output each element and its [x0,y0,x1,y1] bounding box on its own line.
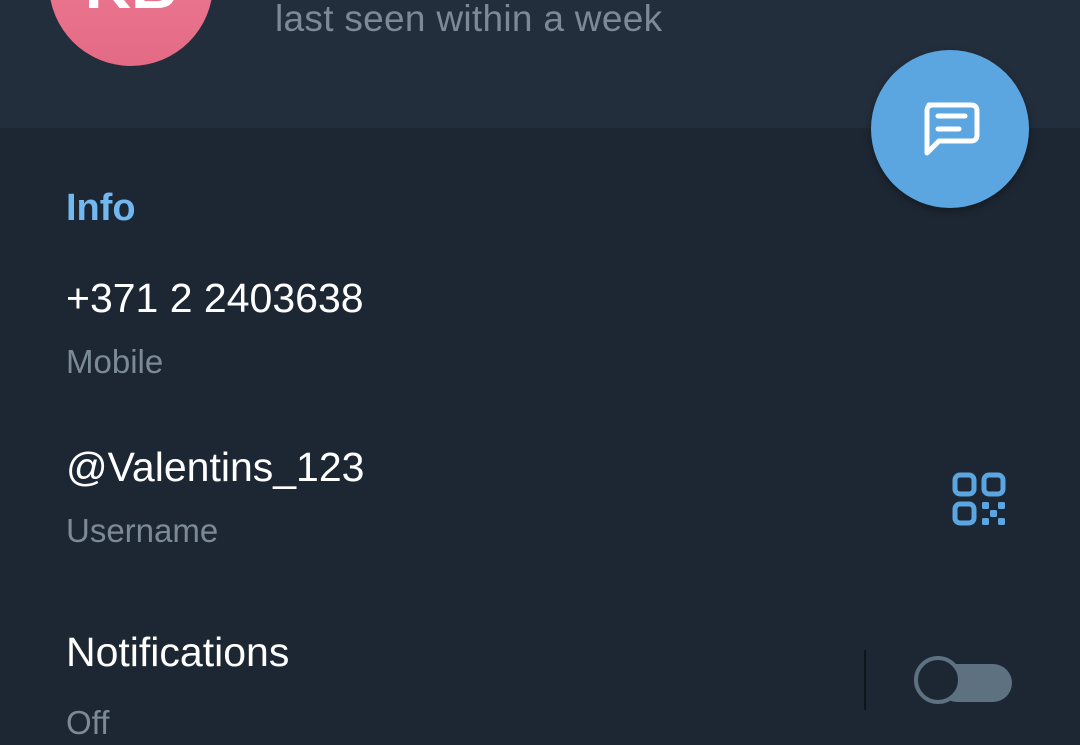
message-icon [924,102,980,156]
avatar-initials: KB [49,0,213,18]
notifications-divider [864,650,866,710]
qr-code-icon [952,472,1006,526]
phone-number: +371 2 2403638 [66,275,364,321]
notifications-title: Notifications [66,629,290,675]
username-value: @Valentins_123 [66,444,365,490]
username-row[interactable]: @Valentins_123 Username [0,440,1080,560]
send-message-button[interactable] [871,50,1029,208]
phone-row[interactable]: +371 2 2403638 Mobile [0,270,1080,390]
toggle-knob [914,656,962,704]
phone-type-label: Mobile [66,343,164,380]
last-seen-status: last seen within a week [275,0,663,39]
info-section-title: Info [66,187,136,229]
username-label: Username [66,512,219,549]
notifications-toggle[interactable] [914,656,1012,710]
profile-screen: KB last seen within a week Info +371 2 2… [0,0,1080,745]
avatar[interactable]: KB [49,0,213,66]
qr-code-button[interactable] [946,466,1012,532]
notifications-state: Off [66,704,110,741]
